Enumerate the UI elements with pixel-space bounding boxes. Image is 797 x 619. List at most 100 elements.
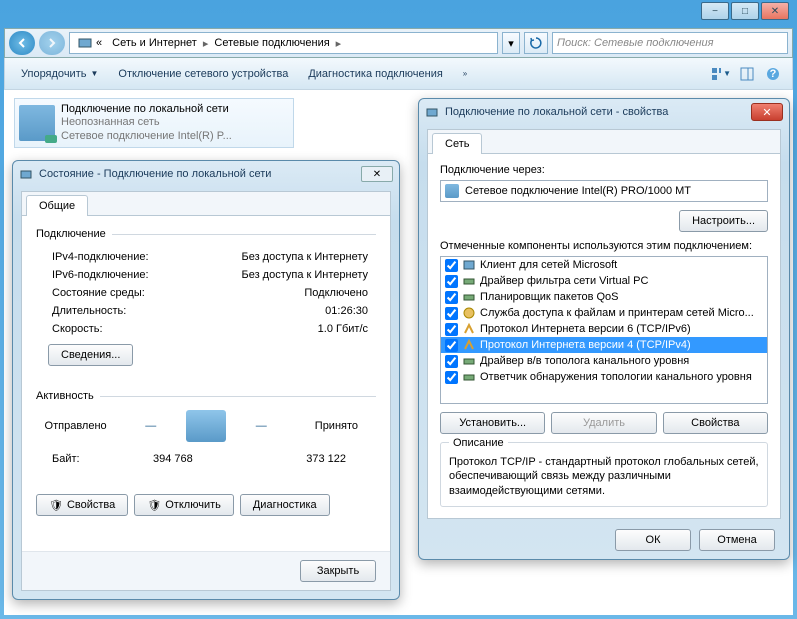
connection-status: Неопознанная сеть [61,116,232,129]
component-checkbox[interactable] [445,339,458,352]
breadcrumb-part2[interactable]: Сетевые подключения [210,33,333,53]
tab-network[interactable]: Сеть [432,133,482,154]
status-titlebar[interactable]: Состояние - Подключение по локальной сет… [13,161,399,187]
driver-icon [462,370,476,384]
close-dialog-button[interactable]: Закрыть [300,560,376,582]
service-icon [462,306,476,320]
sent-bytes: 394 768 [103,453,193,465]
dash-icon: — [145,420,156,432]
ipv6-value: Без доступа к Интернету [241,269,368,281]
breadcrumb-root[interactable]: « [74,33,106,53]
shield-icon: 🛡 [147,499,161,512]
status-body: Общие Подключение IPv4-подключение:Без д… [21,191,391,591]
activity-diagram: Отправлено — — Принято [36,410,376,442]
maximize-button[interactable]: □ [731,2,759,20]
computer-icon [186,410,226,442]
component-row[interactable]: Ответчик обнаружения топологии канальног… [441,369,767,385]
component-row[interactable]: Служба доступа к файлам и принтерам сете… [441,305,767,321]
back-button[interactable] [9,31,35,55]
search-input[interactable]: Поиск: Сетевые подключения [552,32,788,54]
organize-menu[interactable]: Упорядочить▼ [13,64,106,84]
properties-close-button[interactable]: ✕ [751,103,783,121]
component-label: Служба доступа к файлам и принтерам сете… [480,307,754,319]
configure-button[interactable]: Настроить... [679,210,768,232]
tab-general[interactable]: Общие [26,195,88,216]
component-row[interactable]: Клиент для сетей Microsoft [441,257,767,273]
arrow-left-icon [17,38,27,48]
activity-section-label: Активность [36,390,94,402]
control-panel-icon [78,36,92,50]
status-title: Состояние - Подключение по локальной сет… [39,168,355,180]
description-text: Протокол TCP/IP - стандартный протокол г… [449,455,759,498]
properties-button[interactable]: 🛡Свойства [36,494,128,516]
close-button[interactable]: ✕ [761,2,789,20]
ok-button[interactable]: ОК [615,529,691,551]
help-button[interactable]: ? [762,63,784,85]
component-checkbox[interactable] [445,355,458,368]
connect-via-label: Подключение через: [440,164,768,176]
component-row[interactable]: Протокол Интернета версии 4 (TCP/IPv4) [441,337,767,353]
breadcrumb-sep: ▸ [203,37,209,50]
adapter-icon [445,184,459,198]
view-options-button[interactable]: ▼ [710,63,732,85]
search-placeholder: Поиск: Сетевые подключения [557,37,714,49]
view-icon [711,67,721,81]
component-checkbox[interactable] [445,307,458,320]
forward-button[interactable] [39,31,65,55]
command-bar: Упорядочить▼ Отключение сетевого устройс… [4,58,793,90]
component-row[interactable]: Драйвер в/в тополога канального уровня [441,353,767,369]
recv-bytes: 373 122 [216,453,346,465]
diagnose-button[interactable]: Диагностика подключения [300,64,450,84]
component-row[interactable]: Протокол Интернета версии 6 (TCP/IPv6) [441,321,767,337]
adapter-box: Сетевое подключение Intel(R) PRO/1000 MT [440,180,768,202]
breadcrumb-part1[interactable]: Сеть и Интернет [108,33,201,53]
install-button[interactable]: Установить... [440,412,545,434]
component-checkbox[interactable] [445,275,458,288]
description-legend: Описание [449,437,508,449]
component-label: Протокол Интернета версии 4 (TCP/IPv4) [480,339,691,351]
status-dialog: Состояние - Подключение по локальной сет… [12,160,400,600]
explorer-toolbar: « Сеть и Интернет ▸ Сетевые подключения … [4,28,793,58]
client-icon [462,258,476,272]
details-button[interactable]: Сведения... [48,344,133,366]
pane-icon [740,67,754,81]
connection-title: Подключение по локальной сети [61,103,232,116]
disable-button[interactable]: 🛡Отключить [134,494,234,516]
diagnostics-button[interactable]: Диагностика [240,494,330,516]
media-label: Состояние среды: [52,287,145,299]
component-label: Планировщик пакетов QoS [480,291,619,303]
components-list[interactable]: Клиент для сетей MicrosoftДрайвер фильтр… [440,256,768,404]
properties-titlebar[interactable]: Подключение по локальной сети - свойства… [419,99,789,125]
shield-icon: 🛡 [49,499,63,512]
properties-tabs: Сеть [428,130,780,154]
component-row[interactable]: Драйвер фильтра сети Virtual PC [441,273,767,289]
ipv6-label: IPv6-подключение: [52,269,149,281]
component-checkbox[interactable] [445,371,458,384]
network-adapter-icon [19,105,55,141]
disable-device-button[interactable]: Отключение сетевого устройства [110,64,296,84]
refresh-button[interactable] [524,32,548,54]
component-row[interactable]: Планировщик пакетов QoS [441,289,767,305]
network-icon [19,167,33,181]
breadcrumb[interactable]: « Сеть и Интернет ▸ Сетевые подключения … [69,32,498,54]
sent-label: Отправлено [36,420,115,432]
connection-item[interactable]: Подключение по локальной сети Неопознанн… [14,98,294,148]
component-properties-button[interactable]: Свойства [663,412,768,434]
preview-pane-button[interactable] [736,63,758,85]
remove-button: Удалить [551,412,656,434]
breadcrumb-sep: ▸ [336,37,342,50]
component-checkbox[interactable] [445,323,458,336]
address-dropdown[interactable]: ▾ [502,32,520,54]
minimize-button[interactable]: − [701,2,729,20]
overflow-menu[interactable]: » [455,65,475,82]
component-checkbox[interactable] [445,259,458,272]
status-close-button[interactable]: ✕ [361,166,393,182]
proto-icon [462,322,476,336]
duration-value: 01:26:30 [325,305,368,317]
connection-adapter: Сетевое подключение Intel(R) P... [61,130,232,143]
cancel-button[interactable]: Отмена [699,529,775,551]
speed-value: 1.0 Гбит/с [318,323,368,335]
component-checkbox[interactable] [445,291,458,304]
ipv4-value: Без доступа к Интернету [241,251,368,263]
dash-icon: — [256,420,267,432]
